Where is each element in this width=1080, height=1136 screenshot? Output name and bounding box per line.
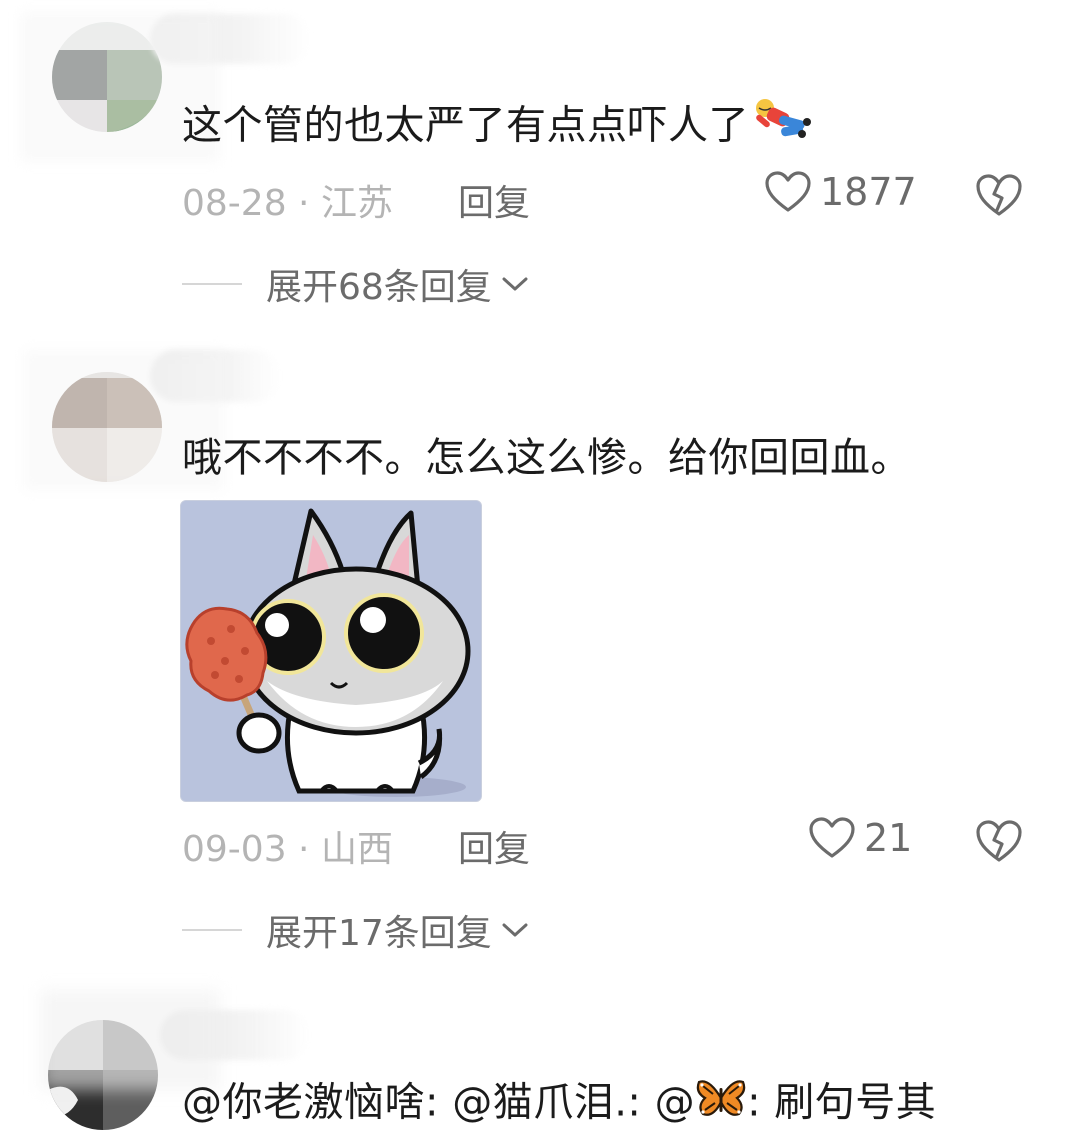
- comment-region: 山西: [320, 829, 393, 870]
- like-button[interactable]: 1877: [764, 170, 917, 214]
- dislike-button[interactable]: [974, 818, 1024, 864]
- meta-separator: ·: [286, 183, 321, 224]
- comment-meta: 08-28 · 江苏: [182, 174, 393, 226]
- heart-icon: [809, 817, 855, 858]
- heart-icon: [765, 171, 811, 212]
- dislike-button[interactable]: [974, 172, 1024, 218]
- butterfly-emoji: [695, 1076, 747, 1133]
- comment-item: 这个管的也太严了有点点吓人了 08-28 · 江苏 回复 1877 展开68条回…: [0, 0, 1080, 330]
- chevron-down-icon: [502, 277, 528, 291]
- comment-text: 哦不不不不。怎么这么惨。给你回回血。: [182, 435, 911, 481]
- expand-replies[interactable]: 展开17条回复: [182, 904, 530, 956]
- comment-text: 这个管的也太严了有点点吓人了: [182, 96, 815, 159]
- comment-date: 08-28: [182, 183, 287, 224]
- expand-replies-text: 展开17条回复: [266, 913, 492, 954]
- reply-button[interactable]: 回复: [458, 174, 530, 226]
- meta-separator: ·: [286, 829, 321, 870]
- expand-replies[interactable]: 展开68条回复: [182, 258, 530, 310]
- expand-replies-label[interactable]: 展开68条回复: [266, 258, 530, 310]
- cat-sticker-image: [181, 501, 481, 801]
- comment-body-part1: @你老激恼啥: @猫爪泪.: @: [182, 1079, 696, 1126]
- like-count: 1877: [820, 170, 917, 214]
- divider: [182, 929, 242, 931]
- broken-heart-icon: [976, 174, 1022, 216]
- comment-meta: 09-03 · 山西: [182, 820, 393, 872]
- expand-replies-label[interactable]: 展开17条回复: [266, 904, 530, 956]
- reply-button[interactable]: 回复: [458, 820, 530, 872]
- mosaic-overlay: [40, 990, 220, 1090]
- like-button[interactable]: 21: [808, 816, 912, 860]
- cat-holding-fried-chicken-sticker[interactable]: [180, 500, 482, 802]
- comment-body: 这个管的也太严了有点点吓人了: [182, 102, 749, 149]
- comment-text: @你老激恼啥: @猫爪泪.: @ : 刷句号其: [182, 1076, 936, 1133]
- broken-heart-icon: [976, 820, 1022, 862]
- comment-date: 09-03: [182, 829, 287, 870]
- comment-body-part2: : 刷句号其: [747, 1079, 937, 1126]
- comment-region: 江苏: [320, 183, 393, 224]
- chevron-down-icon: [502, 923, 528, 937]
- expand-replies-text: 展开68条回复: [266, 267, 492, 308]
- like-count: 21: [864, 816, 913, 860]
- divider: [182, 283, 242, 285]
- fallen-person-emoji: [749, 96, 815, 159]
